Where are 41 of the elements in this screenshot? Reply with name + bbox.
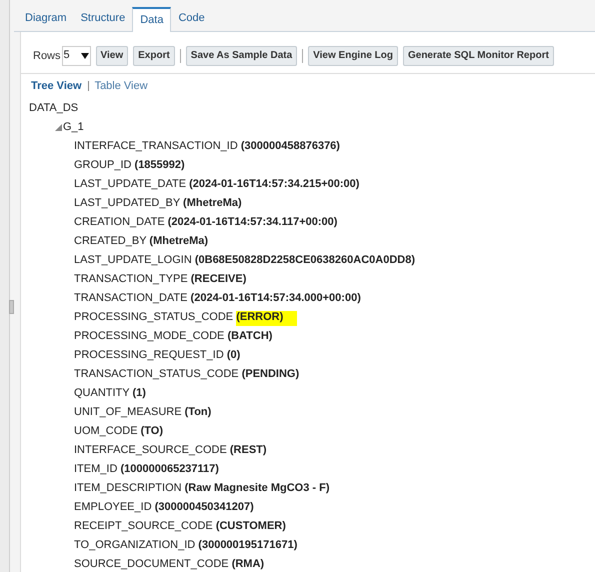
tree-field: PROCESSING_MODE_CODE (BATCH) [74,328,272,345]
toolbar-button[interactable]: View Engine Log [308,46,398,66]
tree-field: QUANTITY (1) [74,385,146,402]
tree-field: TRANSACTION_STATUS_CODE (PENDING) [74,366,300,383]
tree-field: CREATED_BY (MhetreMa) [74,233,208,250]
tree-field: GROUP_ID (1855992) [74,157,185,174]
dropdown-arrow-icon [80,52,89,58]
tree-field: TO_ORGANIZATION_ID (300000195171671) [74,537,298,554]
tab[interactable]: Code [171,6,212,31]
tab[interactable]: Data [132,7,172,32]
tree-group[interactable]: G_1 [63,119,84,136]
tree-field: RECEIPT_SOURCE_CODE (CUSTOMER) [74,518,286,535]
tree-field: INTERFACE_TRANSACTION_ID (300000458876376) [74,138,340,155]
tab[interactable]: Structure [74,6,132,31]
tree-root: DATA_DS [29,100,80,116]
tree-field: ITEM_DESCRIPTION (Raw Magnesite MgCO3 - F) [74,480,330,497]
tree-field: INTERFACE_SOURCE_CODE (REST) [74,442,267,459]
tree-field: EMPLOYEE_ID (300000450341207) [74,499,254,516]
toolbar-button[interactable]: Export [133,46,175,66]
tree-field: LAST_UPDATE_LOGIN (0B68E50828D2258CE0638260AC0A0DD8) [74,252,415,269]
expand-triangle-icon[interactable] [55,124,62,131]
tree-field: LAST_UPDATED_BY (MhetreMa) [74,195,242,212]
tree-field: ITEM_ID (100000065237117) [74,461,219,478]
tree-field: TRANSACTION_DATE (2024-01-16T14:57:34.000+00:00) [74,290,361,307]
toolbar-button[interactable]: View [96,46,128,66]
toolbar-button[interactable]: Save As Sample Data [186,46,298,66]
view-link[interactable]: Table View [94,78,148,94]
tree-field: TRANSACTION_TYPE (RECEIVE) [74,271,246,288]
toolbar-button[interactable]: Generate SQL Monitor Report [402,46,554,66]
tree-field: LAST_UPDATE_DATE (2024-01-16T14:57:34.215+00:00) [74,176,360,193]
tree-field: PROCESSING_REQUEST_ID (0) [74,347,240,364]
tree-field: UOM_CODE (TO) [74,423,164,440]
tab[interactable]: Diagram [18,6,74,31]
tree-field: CREATION_DATE (2024-01-16T14:57:34.117+00:00) [74,214,338,231]
rows-select[interactable]: 5 [62,46,91,66]
tree-field: UNIT_OF_MEASURE (Ton) [74,404,212,421]
tree-field: PROCESSING_STATUS_CODE (ERROR) [74,309,298,326]
tree-field: SOURCE_DOCUMENT_CODE (RMA) [74,556,264,572]
view-link[interactable]: Tree View [31,78,82,94]
rows-label: Rows [33,49,61,64]
splitter-handle[interactable] [9,300,14,314]
